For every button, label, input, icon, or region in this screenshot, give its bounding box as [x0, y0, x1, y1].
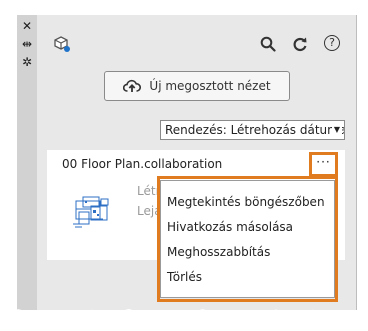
- close-icon[interactable]: ✕: [17, 18, 37, 34]
- floor-plan-thumbnail: [73, 196, 109, 228]
- context-menu: Megtekintés böngészőben Hivatkozás másol…: [160, 180, 335, 298]
- more-button-highlight: ···: [309, 152, 338, 177]
- help-icon[interactable]: ?: [324, 35, 340, 51]
- new-shared-view-button[interactable]: Új megosztott nézet: [104, 71, 290, 101]
- card-title: 00 Floor Plan.collaboration: [62, 157, 223, 171]
- sort-label: Rendezés: Létrehozás dátuma: [165, 123, 345, 137]
- new-shared-view-label: Új megosztott nézet: [149, 79, 271, 93]
- menu-item-copy-link[interactable]: Hivatkozás másolása: [167, 220, 293, 234]
- search-icon[interactable]: [260, 36, 276, 52]
- menu-item-view-in-browser[interactable]: Megtekintés böngészőben: [167, 195, 325, 209]
- cloud-upload-icon: [123, 79, 142, 92]
- sort-dropdown[interactable]: Rendezés: Létrehozás dátuma ▼: [160, 120, 345, 140]
- refresh-icon[interactable]: [292, 36, 308, 52]
- more-options-button[interactable]: ···: [312, 155, 335, 174]
- side-toolbar: ✕ ⇹ ✲: [17, 15, 37, 310]
- chevron-down-icon: ▼: [332, 121, 342, 139]
- collapse-icon[interactable]: ⇹: [17, 36, 37, 52]
- cube-share-icon: [54, 36, 70, 52]
- menu-item-delete[interactable]: Törlés: [167, 270, 202, 284]
- settings-icon[interactable]: ✲: [17, 54, 37, 70]
- menu-item-extend[interactable]: Meghosszabbítás: [167, 245, 270, 259]
